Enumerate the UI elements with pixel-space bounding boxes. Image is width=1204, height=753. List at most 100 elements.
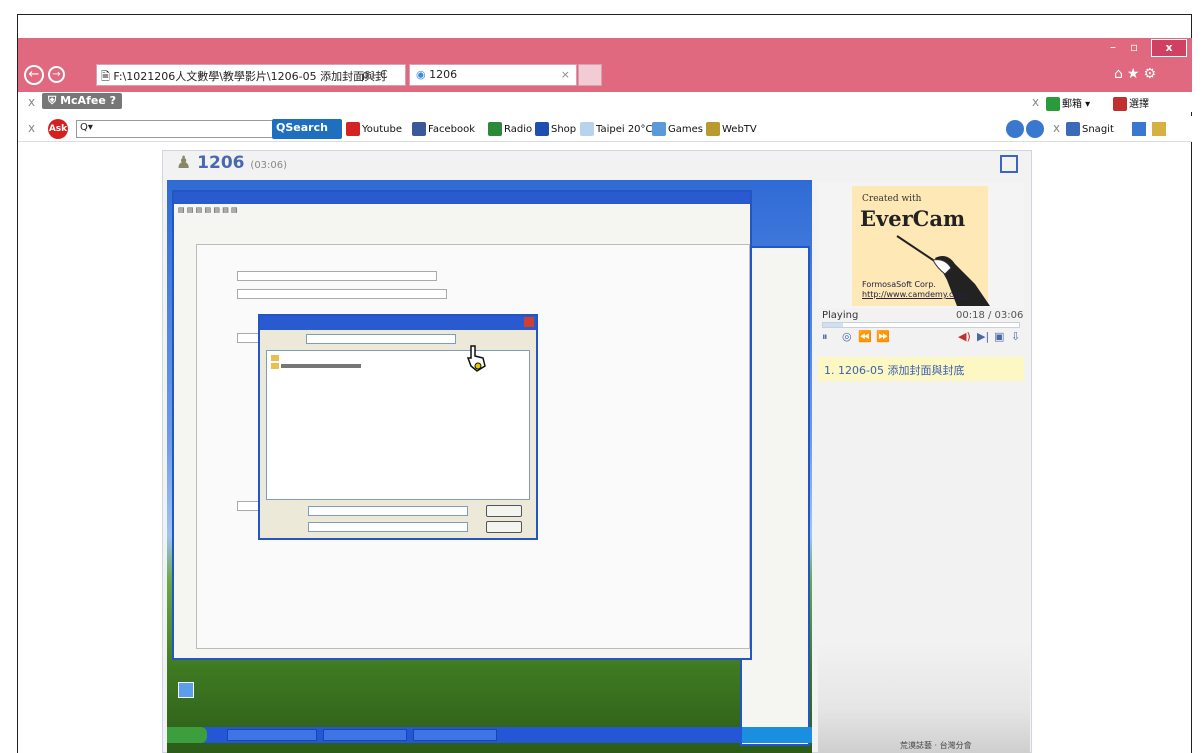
folder-icon [271,363,279,369]
player-title: ♟ 1206 (03:06) [176,153,287,173]
form-field [237,271,437,281]
playback-time: 00:18 / 03:06 [956,310,1024,321]
thumbnail-url[interactable]: http://www.camdemy.com [862,290,966,299]
browser-title-bar: – ▫ x ← → 🗎 F:\1021206人文數學\教學影片\1206-05 … [18,38,1192,92]
search-button[interactable]: QSearch [272,119,342,139]
xp-taskbar [167,727,812,743]
tab-title: 1206 [429,68,458,81]
address-text: F:\1021206人文數學\教學影片\1206-05 添加封面與封 [113,70,387,83]
snagit-capture-icon[interactable] [1132,122,1146,136]
download-icon[interactable]: ⇩ [1011,330,1020,343]
new-tab-button[interactable] [578,64,602,86]
taskbar-item [323,729,407,741]
select-button[interactable]: 選擇 [1113,95,1149,111]
window-close-button[interactable]: x [1151,39,1187,57]
radio-icon [488,122,502,136]
favorites-icon[interactable]: ★ [1127,66,1144,82]
link-label: Facebook [428,124,475,135]
playlist-item[interactable]: 1. 1206-05 添加封面與封底 [818,357,1024,381]
open-file-dialog [258,314,538,540]
playback-status: Playing [822,310,859,321]
taskbar-item [227,729,317,741]
progress-bar[interactable] [822,322,1020,328]
mail-icon [1046,97,1060,111]
ie-tab-icon: ◉ [416,68,426,81]
address-search-refresh[interactable]: ρ - C [362,68,388,81]
mail-label: 郵箱 [1062,99,1082,110]
ask-toolbar: x Ask Q▾ QSearch Youtube Facebook Radio … [18,116,1192,142]
link-webtv[interactable]: WebTV [706,122,757,136]
maximize-button[interactable]: ▫ [1130,40,1138,54]
link-shop[interactable]: Shop [535,122,576,136]
mcafee-button[interactable]: ⛨ McAfee ? [42,93,123,109]
mcafee-toolbar: x ⛨ McAfee ? x 郵箱 ▾ 選擇 [18,92,1192,112]
dialog-location-field [306,334,456,344]
snagit-icon [1066,122,1080,136]
desktop-icon [178,682,194,698]
form-field [237,289,447,299]
minimize-button[interactable]: – [1110,40,1116,54]
stop-icon[interactable]: ◎ [842,330,852,343]
right-toolbar-close-icon[interactable]: x [1032,95,1039,109]
mcafee-label: McAfee [60,94,106,107]
start-button [167,727,207,743]
volume-icon[interactable]: ◀) [958,330,971,343]
zoom-in-icon[interactable] [1006,120,1024,138]
rewind-icon[interactable]: ⏪ [858,330,872,343]
dialog-filetype-field [308,522,468,532]
decorative-landscape [818,640,1030,753]
folder-icon [271,355,279,361]
snagit-label: Snagit [1082,124,1114,135]
link-label: Youtube [362,124,402,135]
link-youtube[interactable]: Youtube [346,122,402,136]
link-label: Radio [504,124,533,135]
games-icon [652,122,666,136]
app-title-bar [174,192,750,204]
shop-flag-icon [535,122,549,136]
file-entry [281,364,361,368]
search-icon: Q [276,121,286,134]
window-icon[interactable]: ▣ [994,330,1004,343]
system-tray [742,727,812,743]
back-icon[interactable]: ← [24,65,44,85]
link-games[interactable]: Games [652,122,703,136]
toolbar-close-icon[interactable]: x [28,95,35,109]
link-label: Taipei 20°C [596,124,653,135]
snagit-close-icon[interactable]: x [1053,121,1060,135]
link-label: Games [668,124,703,135]
facebook-icon [412,122,426,136]
fullscreen-icon[interactable] [1000,155,1018,173]
thumbnail-created-with: Created with [862,194,922,204]
next-icon[interactable]: ▶| [977,330,989,343]
search-input[interactable]: Q▾ [76,120,288,138]
ie-right-icons: ⌂★⚙ [1114,66,1160,82]
tab-1206[interactable]: ◉ 1206 × [409,64,577,86]
address-bar[interactable]: 🗎 F:\1021206人文數學\教學影片\1206-05 添加封面與封 [96,64,406,86]
link-radio[interactable]: Radio [488,122,532,136]
mail-button[interactable]: 郵箱 ▾ [1046,95,1090,111]
thumbnail-corp: FormosaSoft Corp. [862,280,936,289]
tab-close-icon[interactable]: × [561,68,570,81]
home-icon[interactable]: ⌂ [1114,66,1127,82]
link-weather[interactable]: Taipei 20°C [580,122,653,136]
dialog-file-list [266,350,530,500]
snagit-editor-icon[interactable] [1152,122,1166,136]
fast-forward-icon[interactable]: ⏩ [876,330,890,343]
panel-caption: 荒漠誌藝 · 台灣分會 [900,741,972,750]
snagit-button[interactable]: Snagit [1066,122,1114,136]
link-facebook[interactable]: Facebook [412,122,475,136]
mcafee-shield-icon: ⛨ [48,94,61,107]
gear-icon[interactable]: ⚙ [1143,66,1160,82]
ask-toolbar-close-icon[interactable]: x [28,121,35,135]
zoom-search-icon[interactable] [1026,120,1044,138]
hand-cursor-icon [466,345,486,372]
presenter-icon: ♟ [176,153,192,173]
ask-logo-icon: Ask [48,119,68,139]
search-button-label: Search [285,121,328,134]
dialog-filename-field [308,506,468,516]
select-label: 選擇 [1129,99,1149,110]
pause-icon[interactable]: ⏸ [822,330,828,344]
select-icon [1113,97,1127,111]
page-icon: 🗎 [101,70,114,83]
forward-icon[interactable]: → [48,66,65,83]
